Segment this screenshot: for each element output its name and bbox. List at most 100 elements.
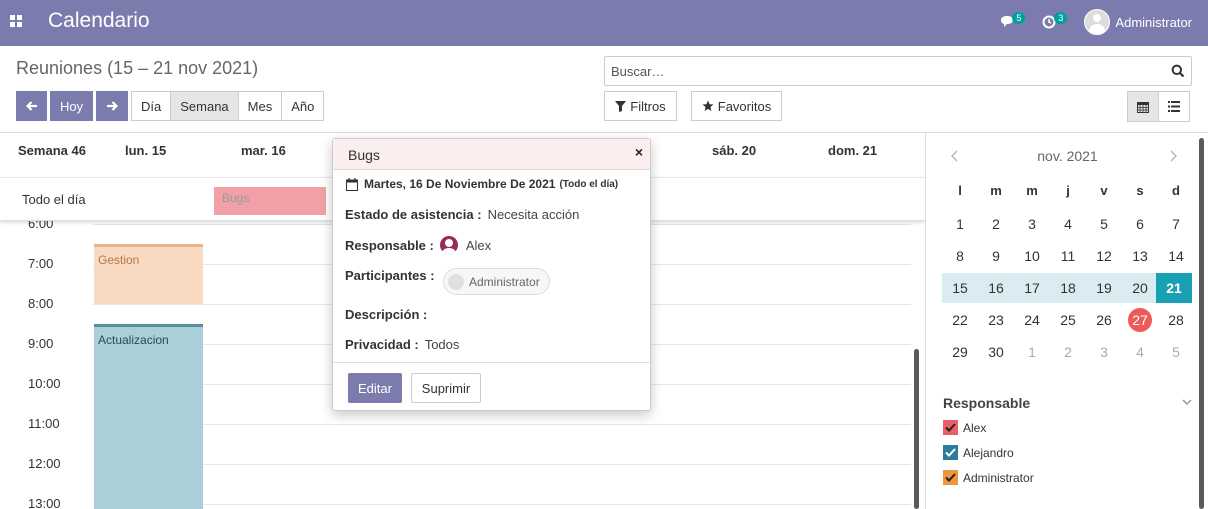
participant-tag[interactable]: Administrator <box>443 268 550 295</box>
allday-event-bugs[interactable]: Bugs <box>214 187 326 215</box>
time-label: 9:00 <box>28 336 54 351</box>
calendar-sidebar: nov. 2021 l m m j v s d 1 2 3 4 5 6 7 8 … <box>925 133 1208 509</box>
day-header-sun[interactable]: dom. 21 <box>828 143 877 158</box>
day-header-sat[interactable]: sáb. 20 <box>712 143 756 158</box>
mini-day[interactable]: 6 <box>1122 209 1158 239</box>
chevron-down-icon[interactable] <box>1182 399 1192 406</box>
mini-day-today[interactable]: 27 <box>1122 305 1158 335</box>
mini-day[interactable]: 20 <box>1122 273 1158 303</box>
edit-button[interactable]: Editar <box>348 373 402 403</box>
popover-date-text: Martes, 16 De Noviembre De 2021 <box>364 177 556 191</box>
responsible-value: Alex <box>465 237 492 253</box>
scale-year-button[interactable]: Año <box>281 91 325 121</box>
scale-selector: Día Semana Mes Año <box>131 91 325 121</box>
calendar-view-button[interactable] <box>1127 91 1159 122</box>
weekday-label: j <box>1066 183 1070 198</box>
chevron-right-icon[interactable] <box>1170 149 1178 165</box>
mini-day[interactable]: 23 <box>978 305 1014 335</box>
popover-divider <box>333 362 650 363</box>
mini-day[interactable]: 7 <box>1158 209 1194 239</box>
mini-day[interactable]: 13 <box>1122 241 1158 271</box>
mini-day[interactable]: 17 <box>1014 273 1050 303</box>
mini-day[interactable]: 18 <box>1050 273 1086 303</box>
week-number: Semana 46 <box>18 143 86 158</box>
filter-item-alex[interactable]: Alex <box>943 420 986 435</box>
scale-month-button[interactable]: Mes <box>237 91 283 121</box>
mini-day-next-month[interactable]: 4 <box>1122 337 1158 367</box>
arrow-left-icon <box>25 101 37 111</box>
filter-item-alejandro[interactable]: Alejandro <box>943 445 1014 460</box>
delete-button[interactable]: Suprimir <box>411 373 481 403</box>
filters-button[interactable]: Filtros <box>604 91 677 121</box>
mini-day-selected[interactable]: 21 <box>1156 273 1192 303</box>
mini-day[interactable]: 1 <box>942 209 978 239</box>
mini-day[interactable]: 8 <box>942 241 978 271</box>
mini-day[interactable]: 22 <box>942 305 978 335</box>
mini-day[interactable]: 2 <box>978 209 1014 239</box>
day-header-mon[interactable]: lun. 15 <box>125 143 166 158</box>
filter-item-administrator[interactable]: Administrator <box>943 470 1034 485</box>
mini-day[interactable]: 19 <box>1086 273 1122 303</box>
mini-day[interactable]: 16 <box>978 273 1014 303</box>
mini-day[interactable]: 3 <box>1014 209 1050 239</box>
scale-week-button[interactable]: Semana <box>170 91 239 121</box>
checkbox-checked-icon[interactable] <box>943 445 958 460</box>
checkbox-checked-icon[interactable] <box>943 420 958 435</box>
mini-day[interactable]: 29 <box>942 337 978 367</box>
mini-day[interactable]: 10 <box>1014 241 1050 271</box>
mini-day[interactable]: 5 <box>1086 209 1122 239</box>
mini-day[interactable]: 15 <box>942 273 978 303</box>
list-view-button[interactable] <box>1158 91 1190 122</box>
activities-clock-icon[interactable]: 3 <box>1042 10 1068 34</box>
mini-day[interactable]: 9 <box>978 241 1014 271</box>
day-header-tue[interactable]: mar. 16 <box>241 143 286 158</box>
filter-item-label: Alejandro <box>963 445 1014 460</box>
favorites-button[interactable]: Favoritos <box>691 91 782 121</box>
mini-day-next-month[interactable]: 5 <box>1158 337 1194 367</box>
mini-day[interactable]: 25 <box>1050 305 1086 335</box>
filter-icon <box>615 100 627 112</box>
favorites-label: Favoritos <box>717 98 772 114</box>
participants-label: Participantes : <box>345 268 435 283</box>
mini-day[interactable]: 30 <box>978 337 1014 367</box>
mini-day-next-month[interactable]: 3 <box>1086 337 1122 367</box>
time-label: 12:00 <box>28 456 61 471</box>
close-icon[interactable]: × <box>635 144 643 160</box>
hour-line <box>93 464 911 465</box>
popover-header: Bugs × <box>333 139 650 170</box>
mini-day[interactable]: 4 <box>1050 209 1086 239</box>
user-menu[interactable]: Administrator <box>1115 15 1192 30</box>
participant-name: Administrator <box>469 274 540 289</box>
previous-button[interactable] <box>16 91 47 121</box>
mini-day[interactable]: 12 <box>1086 241 1122 271</box>
apps-menu-icon[interactable] <box>10 15 22 27</box>
privacy-row: Privacidad : Todos <box>345 337 459 352</box>
checkbox-checked-icon[interactable] <box>943 470 958 485</box>
next-button[interactable] <box>96 91 128 121</box>
weekday-label: v <box>1100 183 1108 198</box>
time-label: 11:00 <box>28 416 60 431</box>
hour-line <box>93 424 911 425</box>
event-gestion[interactable]: Gestion <box>94 244 203 304</box>
calendar-scrollbar[interactable] <box>914 349 919 509</box>
messages-badge: 5 <box>1012 12 1026 24</box>
search-input[interactable] <box>605 57 1145 85</box>
attendance-value: Necesita acción <box>487 207 580 222</box>
mini-day-next-month[interactable]: 1 <box>1014 337 1050 367</box>
sidebar-scrollbar[interactable] <box>1199 138 1204 509</box>
mini-day[interactable]: 26 <box>1086 305 1122 335</box>
user-avatar[interactable] <box>1084 9 1111 35</box>
scale-day-button[interactable]: Día <box>131 91 172 121</box>
messages-icon[interactable]: 5 <box>1000 10 1026 34</box>
event-actualizacion[interactable]: Actualizacion <box>94 324 203 509</box>
mini-day-next-month[interactable]: 2 <box>1050 337 1086 367</box>
search-icon[interactable] <box>1171 64 1185 78</box>
mini-day[interactable]: 28 <box>1158 305 1194 335</box>
mini-day[interactable]: 11 <box>1050 241 1086 271</box>
description-row: Descripción : <box>345 307 427 322</box>
event-popover: Bugs × Martes, 16 De Noviembre De 2021 (… <box>332 138 651 411</box>
today-button[interactable]: Hoy <box>50 91 93 121</box>
privacy-value: Todos <box>424 337 460 352</box>
mini-day[interactable]: 24 <box>1014 305 1050 335</box>
mini-day[interactable]: 14 <box>1158 241 1194 271</box>
